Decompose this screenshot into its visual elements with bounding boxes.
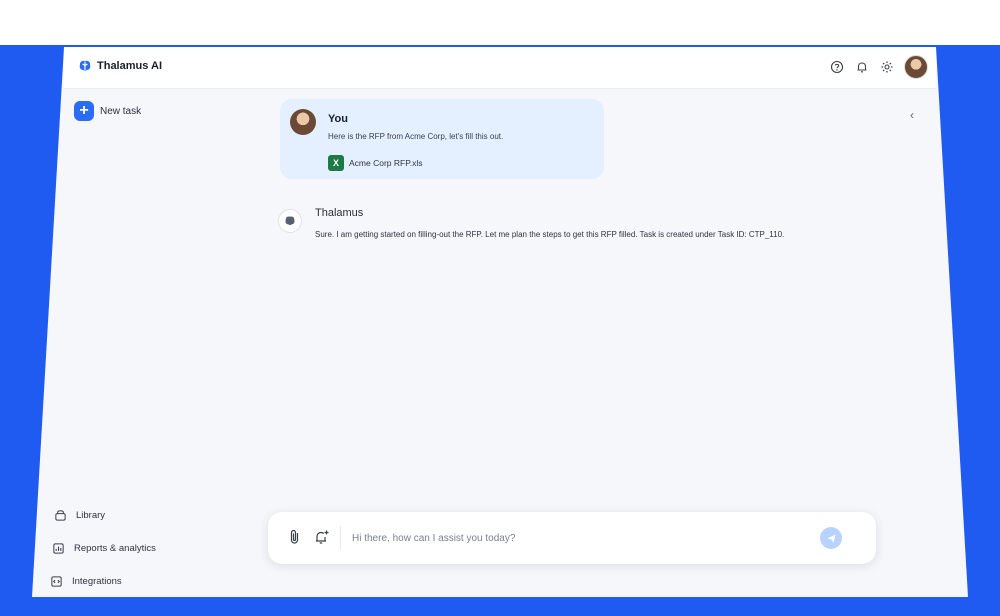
help-circle-icon[interactable] [829,60,844,75]
user-message-avatar [290,109,316,135]
reports-icon [53,543,64,554]
bell-plus-icon[interactable] [313,528,331,546]
new-task-button[interactable]: + New task [74,101,141,121]
sidebar-item-label: Library [76,510,106,521]
top-bar: Thalamus AI [64,47,936,89]
send-button[interactable] [820,527,842,549]
user-message: You Here is the RFP from Acme Corp, let'… [280,99,604,179]
send-icon [826,534,836,543]
chevron-left-icon[interactable]: ‹ [904,107,920,123]
brand[interactable]: Thalamus AI [78,59,162,73]
topbar-actions [829,55,928,79]
integrations-icon [51,576,62,587]
sidebar-item-reports[interactable]: Reports & analytics [52,532,204,565]
sidebar-item-label: Reports & analytics [74,543,156,554]
sidebar-item-library[interactable]: Library [54,499,204,532]
message-text: Sure. I am getting started on filling-ou… [315,230,785,239]
thalamus-avatar [278,209,302,233]
paperclip-icon[interactable] [286,528,304,546]
user-avatar[interactable] [904,55,928,79]
new-task-label: New task [100,105,142,117]
app-title: Thalamus AI [97,60,162,72]
library-icon [55,510,66,521]
message-author: Thalamus [315,207,364,219]
message-author: You [328,113,348,125]
sidebar: + New task Library Reports & analytics I… [32,89,212,597]
excel-file-icon: X [328,155,344,171]
attachment-chip[interactable]: X Acme Corp RFP.xls [328,155,423,171]
sidebar-item-label: Integrations [72,576,122,587]
message-text: Here is the RFP from Acme Corp, let's fi… [328,132,504,141]
composer-divider [340,526,341,550]
sidebar-nav: Library Reports & analytics Integrations [51,499,204,597]
gear-icon[interactable] [879,60,894,75]
plus-icon: + [74,101,94,121]
sidebar-item-integrations[interactable]: Integrations [50,565,204,597]
chat-input[interactable] [352,526,812,550]
chat-composer [268,512,876,564]
thalamus-logo-icon [79,60,91,71]
app-window: Thalamus AI + New task Library Reports &… [32,47,968,597]
attachment-name: Acme Corp RFP.xls [349,158,423,168]
bell-icon[interactable] [854,60,869,75]
thalamus-logo-icon [285,216,295,226]
